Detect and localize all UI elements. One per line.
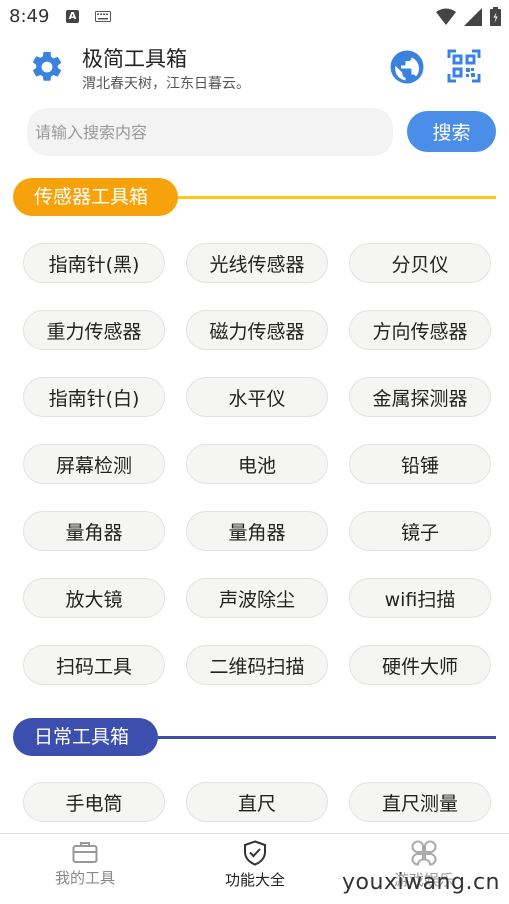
tool-button[interactable]: 量角器	[23, 511, 165, 551]
tool-button[interactable]: 分贝仪	[349, 243, 491, 283]
tool-button[interactable]: 光线传感器	[186, 243, 328, 283]
gear-icon[interactable]	[29, 49, 65, 85]
cell-signal-icon	[464, 7, 482, 26]
tool-button[interactable]: wifi扫描	[349, 578, 491, 618]
tool-button[interactable]: 铅锤	[349, 444, 491, 484]
nav-label: 功能大全	[224, 871, 285, 889]
briefcase-icon	[72, 842, 98, 863]
shield-check-icon	[244, 840, 266, 866]
globe-icon[interactable]	[389, 49, 425, 85]
tool-button[interactable]: 磁力传感器	[186, 310, 328, 350]
nav-item-all-features[interactable]: 功能大全	[195, 840, 315, 890]
tool-button[interactable]: 金属探测器	[349, 377, 491, 417]
notification-a-icon: A	[66, 10, 79, 23]
battery-icon	[490, 7, 501, 26]
app-title: 极简工具箱	[82, 47, 187, 71]
keyboard-icon	[95, 11, 111, 22]
nav-item-my-tools[interactable]: 我的工具	[25, 840, 145, 888]
section-title: 日常工具箱	[13, 718, 158, 756]
app-subtitle: 渭北春天树，江东日暮云。	[82, 76, 250, 92]
tool-button[interactable]: 放大镜	[23, 578, 165, 618]
tool-button[interactable]: 镜子	[349, 511, 491, 551]
tool-button[interactable]: 声波除尘	[186, 578, 328, 618]
search-button[interactable]: 搜索	[407, 111, 496, 152]
tool-button[interactable]: 指南针(黑)	[23, 243, 165, 283]
tool-button[interactable]: 手电筒	[23, 782, 165, 822]
tool-button[interactable]: 水平仪	[186, 377, 328, 417]
section-title: 传感器工具箱	[13, 178, 178, 216]
wifi-signal-icon	[436, 8, 456, 25]
app-header: 极简工具箱 渭北春天树，江东日暮云。	[0, 38, 509, 98]
status-time: 8:49	[9, 6, 50, 27]
tool-button[interactable]: 扫码工具	[23, 645, 165, 685]
qr-scan-icon[interactable]	[447, 49, 481, 83]
tool-button[interactable]: 硬件大师	[349, 645, 491, 685]
tool-button[interactable]: 屏幕检测	[23, 444, 165, 484]
grid-4-icon	[411, 840, 437, 866]
tool-button[interactable]: 二维码扫描	[186, 645, 328, 685]
section-divider	[163, 196, 496, 199]
status-bar: 8:49 A	[0, 0, 509, 34]
status-icons	[436, 7, 501, 26]
nav-label: 我的工具	[54, 869, 115, 887]
tool-button[interactable]: 电池	[186, 444, 328, 484]
tool-button[interactable]: 指南针(白)	[23, 377, 165, 417]
tool-button[interactable]: 量角器	[186, 511, 328, 551]
sensor-tools-grid: 指南针(黑) 光线传感器 分贝仪 重力传感器 磁力传感器 方向传感器 指南针(白…	[23, 243, 492, 685]
section-header-daily: 日常工具箱	[13, 718, 496, 756]
section-divider	[153, 736, 496, 739]
section-header-sensors: 传感器工具箱	[13, 178, 496, 216]
tool-button[interactable]: 方向传感器	[349, 310, 491, 350]
search-input[interactable]	[27, 108, 393, 156]
watermark-text: youxiwang.cn	[342, 870, 500, 895]
daily-tools-grid: 手电筒 直尺 直尺测量	[23, 782, 492, 822]
tool-button[interactable]: 直尺测量	[349, 782, 491, 822]
tool-button[interactable]: 直尺	[186, 782, 328, 822]
tool-button[interactable]: 重力传感器	[23, 310, 165, 350]
